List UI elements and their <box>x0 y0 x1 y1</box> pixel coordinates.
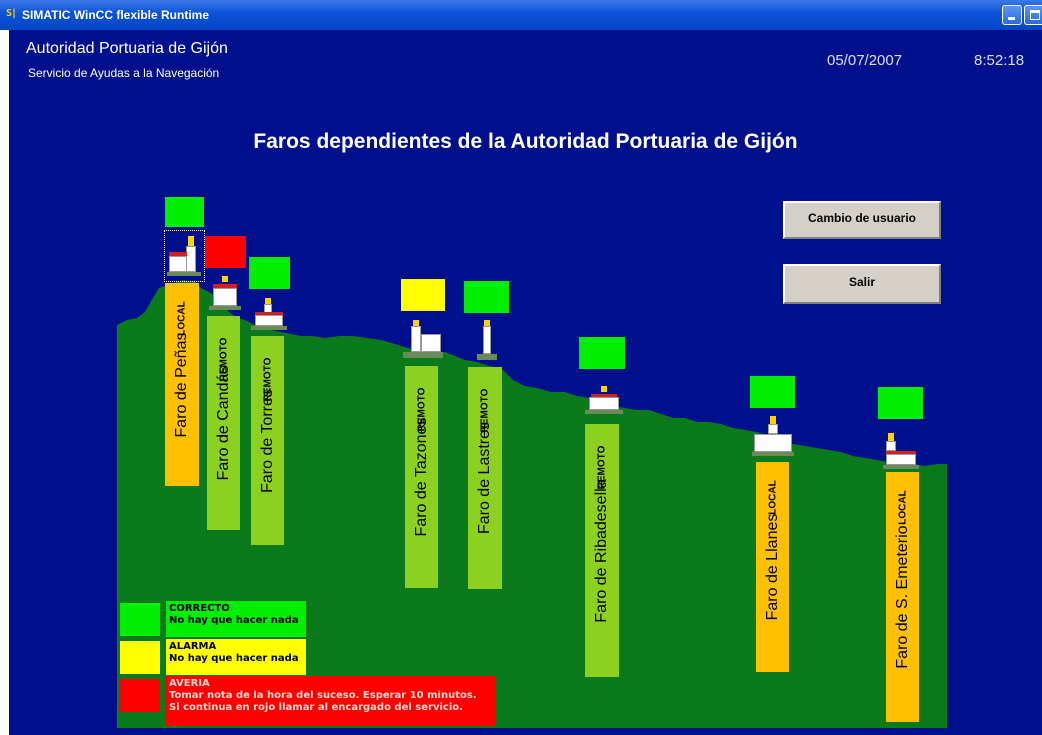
status-indicator-ribadesella <box>579 337 625 369</box>
lighthouse-label-ribadesella: REMOTO Faro de Ribadesella <box>585 424 619 677</box>
lighthouse-candas-icon[interactable] <box>209 276 241 310</box>
lighthouse-name: Faro de Lastres <box>476 421 493 535</box>
lighthouse-label-lastres: REMOTO Faro de Lastres <box>468 367 502 589</box>
legend-alarm-line: No hay que hacer nada <box>169 653 299 664</box>
lighthouse-label-llanes: LOCAL Faro de Llanes <box>756 462 789 672</box>
mode-local: LOCAL <box>897 490 908 525</box>
legend-fault-title: AVERIA <box>169 678 210 689</box>
mode-local: LOCAL <box>176 301 188 336</box>
legend-alarm-text: ALARMA No hay que hacer nada <box>166 639 306 675</box>
legend-alarm-title: ALARMA <box>169 641 217 652</box>
legend-ok-title: CORRECTO <box>169 603 230 614</box>
lighthouse-penas-icon[interactable] <box>167 234 201 276</box>
legend-fault-line-2: Si continua en rojo llamar al encargado … <box>169 702 463 713</box>
lighthouse-name: Faro de Peñas <box>173 332 190 437</box>
hmi-screen: Autoridad Portuaria de Gijón Servicio de… <box>9 30 1042 735</box>
status-indicator-candas <box>205 236 246 268</box>
lighthouse-label-candas: REMOTO Faro de Candás <box>207 316 240 530</box>
lighthouse-tazones-icon[interactable] <box>403 320 443 358</box>
legend-ok-line: No hay que hacer nada <box>169 615 299 626</box>
lighthouse-name: Faro de Torres <box>258 388 276 493</box>
status-indicator-penas <box>165 197 204 227</box>
minimize-button[interactable] <box>1002 5 1022 25</box>
lighthouse-name: Faro de Llanes <box>763 513 781 621</box>
lighthouse-name: Faro de Ribadesella <box>593 478 610 623</box>
lighthouse-llanes-icon[interactable] <box>752 416 794 456</box>
lighthouse-label-san-emeterio: LOCAL Faro de S. Emeterio <box>886 472 919 722</box>
legend-alarm-swatch <box>120 641 160 674</box>
maximize-button[interactable] <box>1024 5 1042 25</box>
lighthouse-name: Faro de Candás <box>214 365 232 481</box>
status-indicator-llanes <box>750 376 795 408</box>
lighthouse-label-penas: LOCAL Faro de Peñas <box>165 283 199 486</box>
lighthouse-torres-icon[interactable] <box>251 298 287 330</box>
lighthouse-label-torres: REMOTO Faro de Torres <box>251 336 284 545</box>
legend-fault-text: AVERIA Tomar nota de la hora del suceso.… <box>166 676 496 726</box>
exit-button[interactable]: Salir <box>783 264 941 304</box>
legend-ok-text: CORRECTO No hay que hacer nada <box>166 601 306 637</box>
status-indicator-tazones <box>401 279 445 311</box>
lighthouse-ribadesella-icon[interactable] <box>585 386 623 414</box>
window-title: SIMATIC WinCC flexible Runtime <box>22 8 210 22</box>
lighthouse-name: Faro de S. Emeterio <box>893 525 911 669</box>
status-indicator-torres <box>249 257 290 289</box>
status-indicator-san-emeterio <box>878 387 923 419</box>
legend-fault-line-1: Tomar nota de la hora del suceso. Espera… <box>169 690 477 701</box>
status-indicator-lastres <box>464 281 509 313</box>
legend-ok-swatch <box>120 603 160 636</box>
legend-fault-swatch <box>120 679 160 712</box>
change-user-button[interactable]: Cambio de usuario <box>783 201 941 239</box>
lighthouse-name: Faro de Tazones <box>412 417 430 537</box>
lighthouse-lastres-icon[interactable] <box>477 320 497 360</box>
mode-local: LOCAL <box>767 480 778 515</box>
app-logo-icon: S| <box>6 8 17 19</box>
window-titlebar: S| SIMATIC WinCC flexible Runtime <box>0 0 1042 30</box>
lighthouse-label-tazones: REMOTO Faro de Tazones <box>405 366 438 588</box>
lighthouse-san-emeterio-icon[interactable] <box>883 433 919 469</box>
